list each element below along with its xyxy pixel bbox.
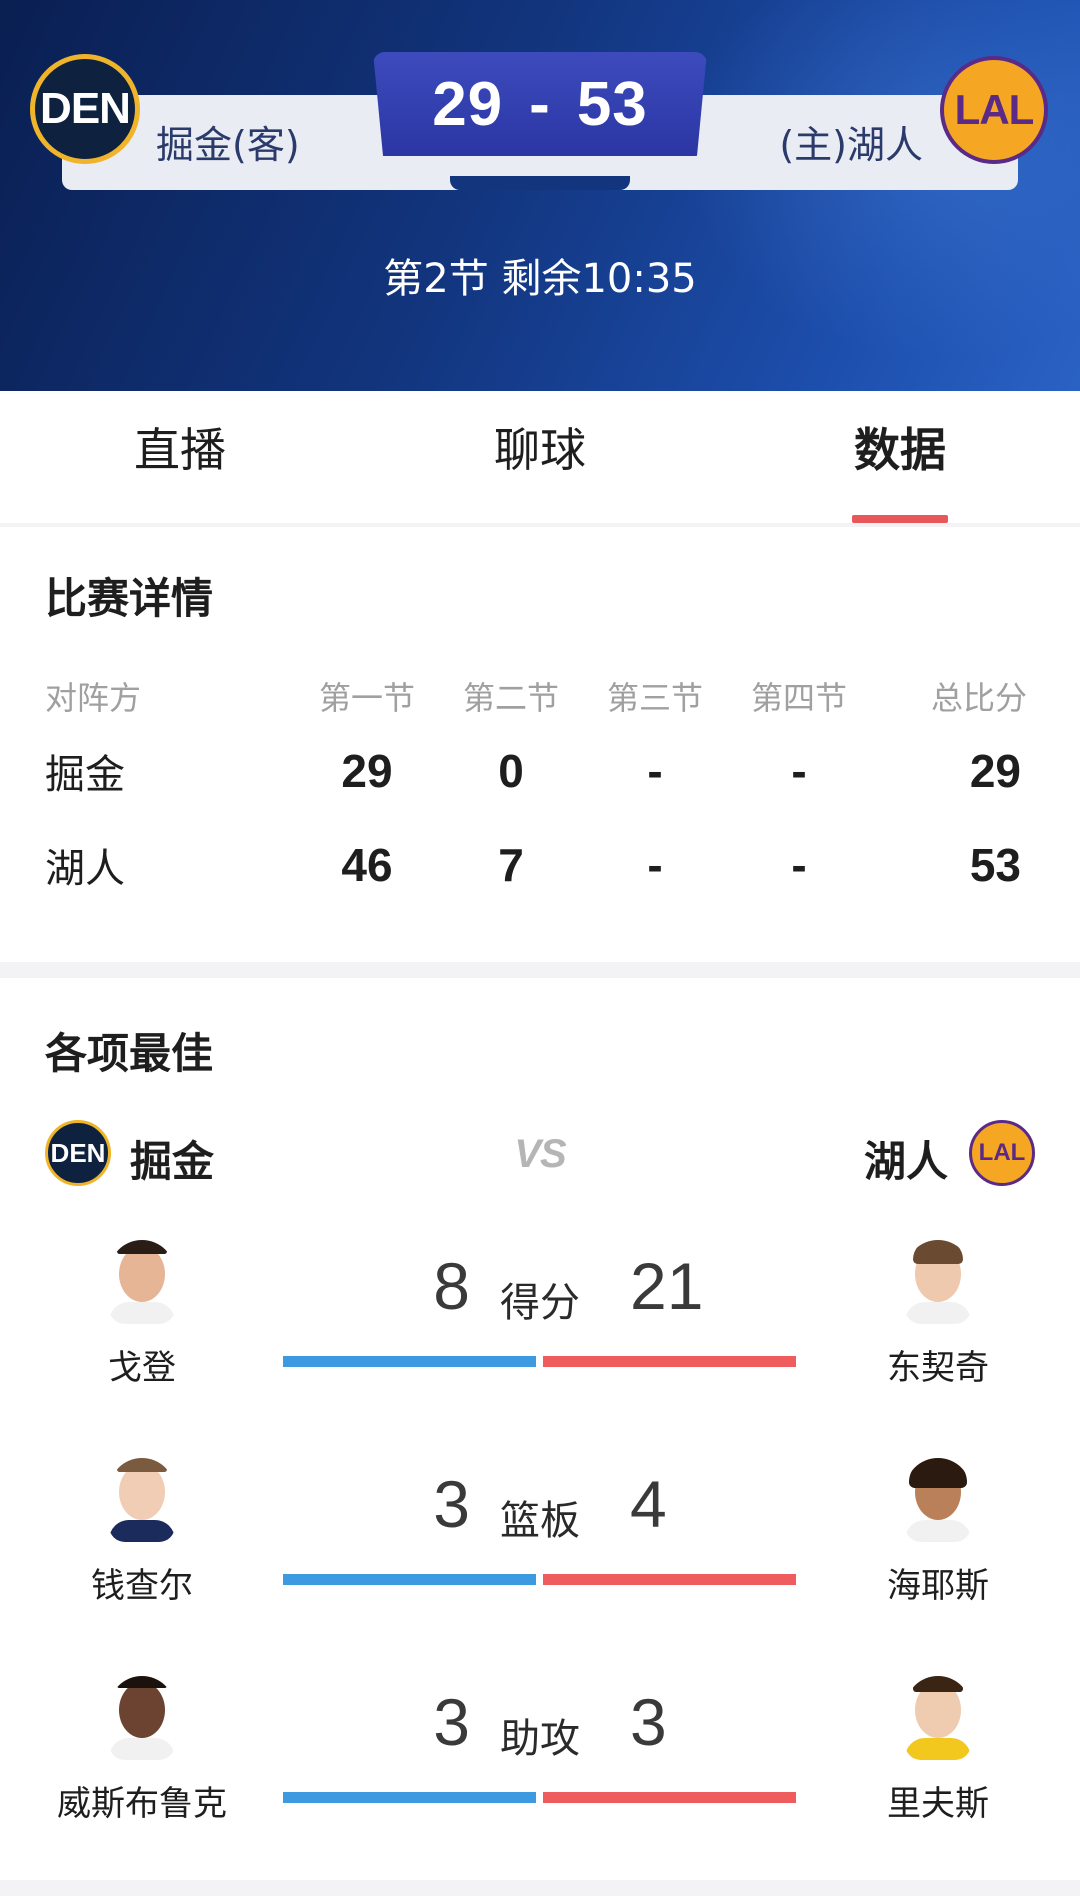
nuggets-logo[interactable]: DEN	[30, 54, 140, 164]
stat-row-rebounds[interactable]: 钱查尔 3 篮板 4 海耶斯	[0, 1458, 1080, 1618]
section-divider	[0, 1880, 1080, 1896]
scoreboard: 29 - 53	[373, 52, 707, 156]
section-divider	[0, 962, 1080, 978]
player-avatar	[905, 1676, 971, 1760]
game-header: DEN 掘金(客) 29 - 53 (主)湖人 LAL 第2节 剩余10:35	[0, 0, 1080, 391]
leaders-title: 各项最佳	[45, 1029, 214, 1078]
stat-row-assists[interactable]: 威斯布鲁克 3 助攻 3 里夫斯	[0, 1676, 1080, 1836]
player-name: 海耶斯	[887, 1566, 989, 1606]
q3-score: -	[647, 745, 663, 797]
table-row: 湖人 46 7 - - 53	[45, 818, 1035, 912]
player-name: 钱查尔	[91, 1566, 193, 1606]
q1-score: 29	[341, 745, 393, 797]
active-tab-indicator	[852, 515, 948, 523]
player-name: 威斯布鲁克	[57, 1784, 227, 1824]
game-clock: 第2节 剩余10:35	[383, 256, 697, 302]
left-stat-bar	[283, 1792, 536, 1803]
header-q1: 第一节	[318, 679, 415, 717]
q2-score: 0	[498, 745, 524, 797]
right-stat-value: 3	[630, 1685, 667, 1759]
away-team-name[interactable]: 掘金(客)	[156, 114, 300, 169]
right-stat-bar	[543, 1574, 796, 1585]
right-stat-bar	[543, 1356, 796, 1367]
player-name: 戈登	[108, 1348, 176, 1388]
right-stat-bar	[543, 1792, 796, 1803]
table-header: 对阵方 第一节 第二节 第三节 第四节 总比分	[45, 668, 1035, 724]
right-stat-value: 4	[630, 1467, 667, 1541]
right-leader[interactable]: 海耶斯	[838, 1458, 1038, 1607]
right-team-name[interactable]: 湖人	[864, 1128, 948, 1189]
left-stat-bar	[283, 1356, 536, 1367]
player-name: 里夫斯	[887, 1784, 989, 1824]
player-avatar	[905, 1458, 971, 1542]
table-row: 掘金 29 0 - - 29	[45, 724, 1035, 818]
home-team-name[interactable]: (主)湖人	[779, 114, 923, 169]
q2-score: 7	[498, 839, 524, 891]
quarter-score-table: 对阵方 第一节 第二节 第三节 第四节 总比分 掘金 29 0 - - 29 湖…	[45, 668, 1035, 912]
tab-live[interactable]: 直播	[0, 391, 360, 523]
player-name: 东契奇	[887, 1348, 989, 1388]
total-score: 29	[969, 745, 1021, 797]
player-avatar	[905, 1240, 971, 1324]
header-q3: 第三节	[606, 679, 703, 717]
tab-stats[interactable]: 数据	[720, 391, 1080, 523]
row-team-name: 掘金	[45, 752, 125, 798]
divider	[0, 523, 1080, 527]
home-score: 53	[576, 69, 648, 139]
stat-row-points[interactable]: 戈登 8 得分 21 东契奇	[0, 1240, 1080, 1400]
row-team-name: 湖人	[45, 846, 125, 892]
header-total: 总比分	[930, 679, 1027, 717]
lakers-logo[interactable]: LAL	[940, 56, 1048, 164]
total-score: 53	[969, 839, 1021, 891]
right-stat-value: 21	[630, 1249, 704, 1323]
right-leader[interactable]: 东契奇	[838, 1240, 1038, 1389]
header-q2: 第二节	[462, 679, 559, 717]
q3-score: -	[647, 839, 663, 891]
lakers-logo[interactable]: LAL	[969, 1120, 1035, 1186]
match-details-title: 比赛详情	[45, 574, 214, 623]
nuggets-logo[interactable]: DEN	[45, 1120, 111, 1186]
header-team: 对阵方	[45, 679, 142, 717]
tab-bar: 直播 聊球 数据	[0, 391, 1080, 523]
score-separator: -	[529, 69, 551, 139]
tab-chat[interactable]: 聊球	[360, 391, 720, 523]
right-leader[interactable]: 里夫斯	[838, 1676, 1038, 1825]
left-stat-bar	[283, 1574, 536, 1585]
away-score: 29	[432, 69, 504, 139]
q4-score: -	[791, 839, 807, 891]
leaders-team-row: DEN 掘金 VS 湖人 LAL	[0, 1120, 1080, 1190]
header-q4: 第四节	[750, 679, 847, 717]
score-bar-notch	[450, 176, 630, 190]
q1-score: 46	[341, 839, 393, 891]
q4-score: -	[791, 745, 807, 797]
